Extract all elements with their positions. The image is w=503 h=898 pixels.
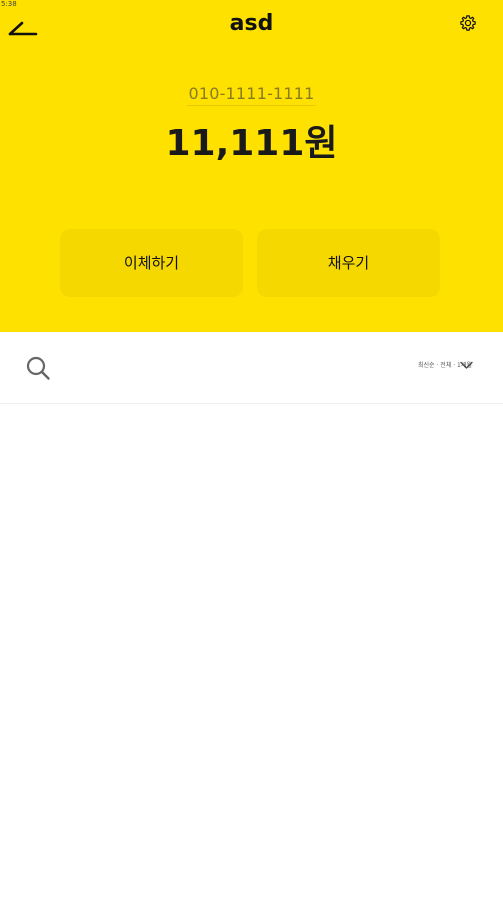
transaction-list <box>0 404 503 898</box>
gear-icon[interactable] <box>459 14 477 32</box>
chevron-down-icon <box>460 361 473 369</box>
account-number-text: 010-1111-1111 <box>187 84 316 106</box>
fill-button[interactable]: 채우기 <box>257 229 440 297</box>
status-time: 5:38 <box>1 0 17 8</box>
transfer-button[interactable]: 이체하기 <box>60 229 243 297</box>
account-number[interactable]: 010-1111-1111 <box>0 84 503 106</box>
search-icon[interactable] <box>25 355 51 381</box>
balance-amount: 11,111원 <box>165 123 338 164</box>
transaction-filter-bar: 최신순 · 전체 · 1개월 <box>0 332 503 404</box>
page-title: asd <box>229 11 274 36</box>
period-filter-dropdown[interactable]: 최신순 · 전체 · 1개월 <box>410 358 478 376</box>
account-header-area: 5:38 asd 010-1111-1111 11,111원 이체하기 채우기 <box>0 0 503 332</box>
wallet-screen: 5:38 asd 010-1111-1111 11,111원 이체하기 채우기 … <box>0 0 503 898</box>
